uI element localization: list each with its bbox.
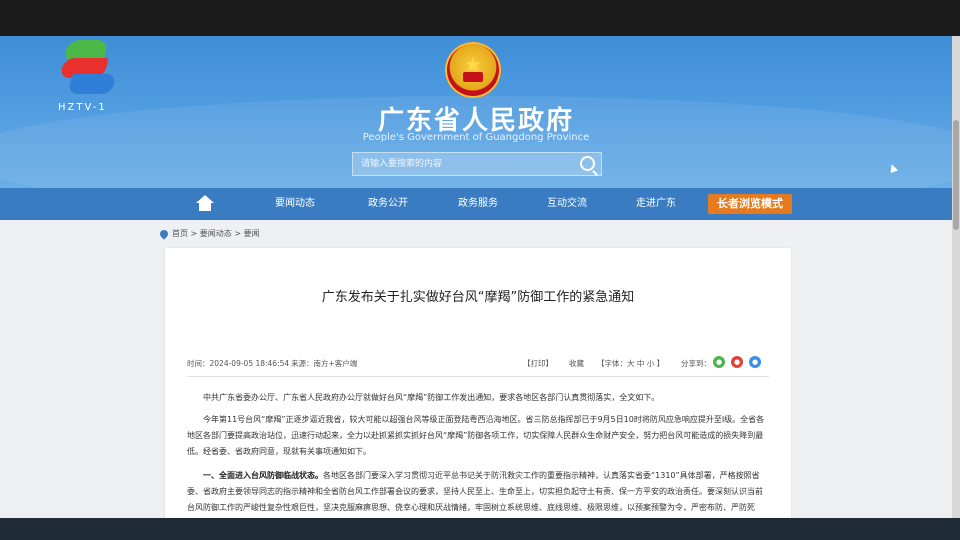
article-paragraph: 一、全面进入台风防御临战状态。各地区各部门要深入学习贯彻习近平总书记关于防汛救灾… xyxy=(187,471,763,512)
site-subtitle: People's Government of Guangdong Provinc… xyxy=(362,132,590,143)
print-button[interactable]: 【打印】 xyxy=(523,358,553,369)
tiananmen-icon xyxy=(463,72,483,82)
article-card: 广东发布关于扎实做好台风“摩羯”防御工作的紧急通知 时间：2024-09-05 … xyxy=(165,248,791,518)
national-emblem-icon: ★ xyxy=(445,42,501,98)
nav-item-news[interactable]: 要闻动态 xyxy=(275,188,315,220)
qq-icon[interactable]: ● xyxy=(749,356,761,368)
scrollbar-track[interactable] xyxy=(952,36,960,518)
breadcrumb[interactable]: 首页 > 要闻动态 > 要闻 xyxy=(172,228,260,242)
elder-mode-button[interactable]: 长者浏览模式 xyxy=(708,194,792,214)
nav-item-gov-affairs[interactable]: 政务公开 xyxy=(368,188,408,220)
browser-viewport: ★ 广东省人民政府 People's Government of Guangdo… xyxy=(0,36,952,518)
scrollbar-thumb[interactable] xyxy=(953,120,959,230)
search-bar[interactable] xyxy=(352,152,602,176)
article-title: 广东发布关于扎实做好台风“摩羯”防御工作的紧急通知 xyxy=(321,290,635,305)
location-pin-icon xyxy=(158,228,170,240)
article-source: 来源：南方+客户端 xyxy=(291,359,358,368)
font-size-control[interactable]: 【字体：大 中 小 】 xyxy=(597,358,664,369)
share-label: 分享到： xyxy=(681,359,711,368)
search-input[interactable] xyxy=(359,155,573,173)
wechat-icon[interactable]: ● xyxy=(713,356,725,368)
meta-divider xyxy=(187,376,769,377)
weibo-icon[interactable]: ● xyxy=(731,356,743,368)
nav-home[interactable] xyxy=(196,195,214,213)
tv-channel-logo: HZTV-1 xyxy=(58,36,122,116)
video-letterbox-top xyxy=(0,0,960,36)
search-icon[interactable] xyxy=(580,156,595,171)
paragraph-lead: 一、全面进入台风防御临战状态。 xyxy=(203,471,323,480)
home-icon xyxy=(196,195,214,203)
article-paragraph: 中共广东省委办公厅、广东省人民政府办公厅就做好台风“摩羯”防御工作发出通知，要求… xyxy=(203,393,660,402)
main-nav: 要闻动态 政务公开 政务服务 互动交流 走进广东 长者浏览模式 xyxy=(0,188,952,220)
nav-item-guangdong[interactable]: 走进广东 xyxy=(636,188,676,220)
channel-name: HZTV-1 xyxy=(58,102,107,113)
article-paragraph: 今年第11号台风“摩羯”正逐步逼近我省，较大可能以超强台风等级正面登陆粤西沿海地… xyxy=(187,415,765,456)
publish-time: 时间：2024-09-05 18:46:54 xyxy=(187,359,290,368)
nav-item-interaction[interactable]: 互动交流 xyxy=(547,188,587,220)
logo-blue-swoosh xyxy=(67,74,117,94)
site-banner: ★ 广东省人民政府 People's Government of Guangdo… xyxy=(0,36,952,188)
nav-item-gov-services[interactable]: 政务服务 xyxy=(458,188,498,220)
video-letterbox-bottom xyxy=(0,518,960,540)
favorite-button[interactable]: 收藏 xyxy=(569,358,584,369)
home-icon-body xyxy=(199,203,211,211)
